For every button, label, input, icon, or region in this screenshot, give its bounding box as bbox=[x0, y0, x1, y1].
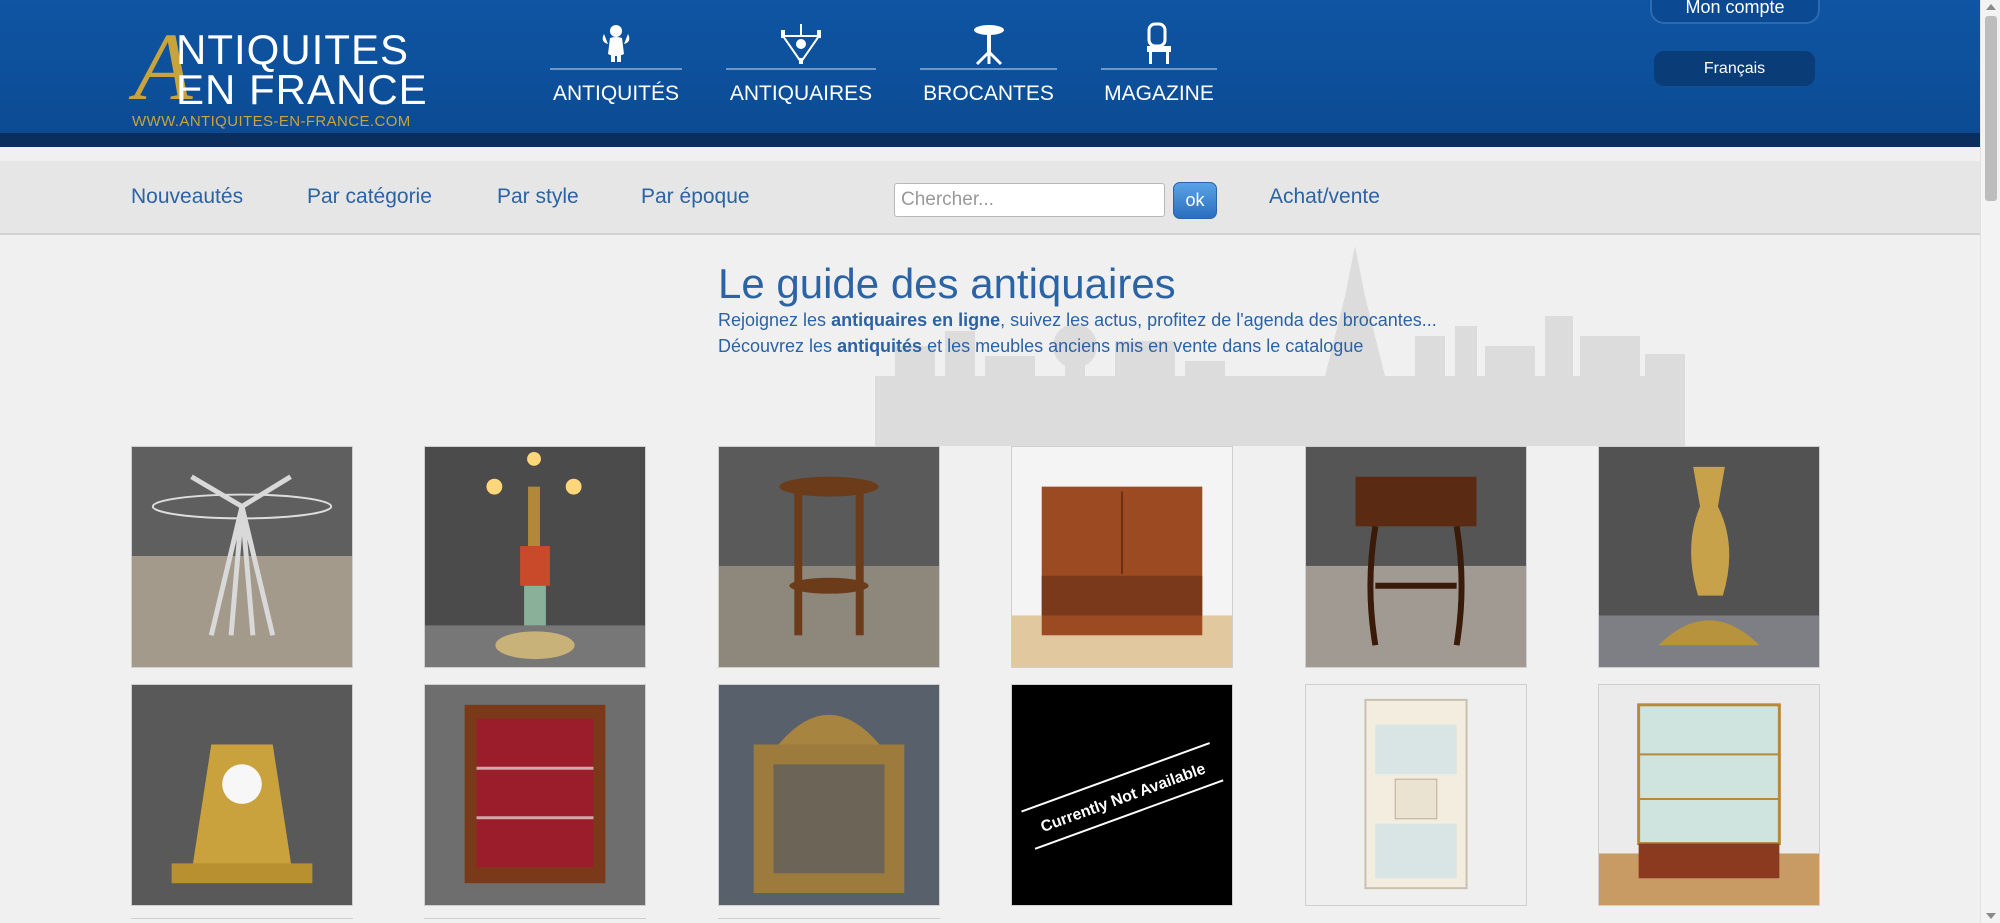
product-tile-8[interactable] bbox=[424, 684, 646, 906]
medical-cabinet-image bbox=[1306, 685, 1526, 905]
main-nav: ANTIQUITÉS ANTIQUAIRES BROCANTES MAGAZIN… bbox=[550, 22, 1217, 106]
scroll-up-arrow-icon[interactable] bbox=[1986, 4, 1996, 10]
site-header: A NTIQUITES EN FRANCE WWW.ANTIQUITES-EN-… bbox=[0, 0, 1980, 147]
nav-par-style[interactable]: Par style bbox=[497, 185, 579, 209]
hero-intro-line-2: Découvrez les antiquités et les meubles … bbox=[718, 336, 1364, 356]
gilt-mantel-clock-image bbox=[132, 685, 352, 905]
product-tile-4[interactable] bbox=[1011, 446, 1233, 668]
main-nav-label: ANTIQUAIRES bbox=[729, 82, 873, 105]
search-submit-button[interactable]: ok bbox=[1173, 182, 1217, 219]
logo-line-2: EN FRANCE bbox=[176, 66, 428, 113]
chair-icon bbox=[1147, 22, 1171, 64]
product-tile-2[interactable] bbox=[424, 446, 646, 668]
product-tile-11[interactable] bbox=[1305, 684, 1527, 906]
sewing-table-image bbox=[1306, 447, 1526, 667]
nav-par-epoque[interactable]: Par époque bbox=[641, 185, 750, 209]
link-antiquaires-en-ligne[interactable]: antiquaires en ligne bbox=[831, 310, 1000, 330]
nav-nouveautes[interactable]: Nouveautés bbox=[131, 185, 243, 209]
pedestal-table-icon bbox=[973, 25, 1004, 66]
main-nav-label: ANTIQUITÉS bbox=[552, 82, 679, 105]
product-tile-partial bbox=[424, 918, 646, 923]
teak-cabinet-image bbox=[1012, 447, 1232, 667]
product-tile-7[interactable] bbox=[131, 684, 353, 906]
glass-display-case-image bbox=[1599, 685, 1819, 905]
nav-par-categorie[interactable]: Par catégorie bbox=[307, 185, 432, 209]
product-tile-6[interactable] bbox=[1598, 446, 1820, 668]
search-input[interactable] bbox=[894, 183, 1165, 217]
product-tile-3[interactable] bbox=[718, 446, 940, 668]
unavailable-image: Currently Not Available bbox=[1012, 685, 1232, 905]
product-tile-partial bbox=[718, 918, 940, 923]
blackamoor-lamp-image bbox=[425, 447, 645, 667]
product-tile-partial bbox=[131, 918, 353, 923]
product-tile-12[interactable] bbox=[1598, 684, 1820, 906]
product-tile-9[interactable] bbox=[718, 684, 940, 906]
bronze-umbrella-stand-image bbox=[1599, 447, 1819, 667]
nav-achat-vente[interactable]: Achat/vente bbox=[1269, 185, 1380, 209]
chandelier-icon bbox=[781, 24, 821, 64]
product-tile-5[interactable] bbox=[1305, 446, 1527, 668]
page-scrollbar[interactable] bbox=[1980, 0, 2000, 923]
hero-intro-line-1: Rejoignez les antiquaires en ligne, suiv… bbox=[718, 310, 1437, 330]
main-nav-antiquaires[interactable]: ANTIQUAIRES bbox=[726, 22, 876, 106]
product-tile-10[interactable]: Currently Not Available bbox=[1011, 684, 1233, 906]
link-antiquites[interactable]: antiquités bbox=[837, 336, 922, 356]
logo-url: WWW.ANTIQUITES-EN-FRANCE.COM bbox=[132, 113, 411, 130]
site-logo[interactable]: A NTIQUITES EN FRANCE WWW.ANTIQUITES-EN-… bbox=[130, 19, 450, 131]
logo-line-1: NTIQUITES bbox=[176, 26, 410, 73]
wheat-sheaf-table-image bbox=[132, 447, 352, 667]
main-nav-label: MAGAZINE bbox=[1104, 82, 1214, 105]
account-button[interactable]: Mon compte bbox=[1650, 0, 1820, 24]
vitrine-cabinet-image bbox=[425, 685, 645, 905]
language-selector[interactable]: Français bbox=[1654, 51, 1815, 86]
main-nav-antiquites[interactable]: ANTIQUITÉS bbox=[550, 22, 682, 106]
page-title: Le guide des antiquaires bbox=[718, 260, 1176, 307]
main-nav-magazine[interactable]: MAGAZINE bbox=[1101, 22, 1217, 106]
category-nav: Nouveautés Par catégorie Par style Par é… bbox=[0, 161, 1980, 235]
scroll-thumb[interactable] bbox=[1985, 16, 1997, 201]
carved-pedestal-image bbox=[719, 447, 939, 667]
gilded-mirror-image bbox=[719, 685, 939, 905]
product-tile-1[interactable] bbox=[131, 446, 353, 668]
cherub-icon bbox=[602, 25, 630, 62]
scroll-down-arrow-icon[interactable] bbox=[1986, 913, 1996, 919]
main-nav-brocantes[interactable]: BROCANTES bbox=[920, 22, 1057, 106]
main-nav-label: BROCANTES bbox=[923, 82, 1054, 105]
